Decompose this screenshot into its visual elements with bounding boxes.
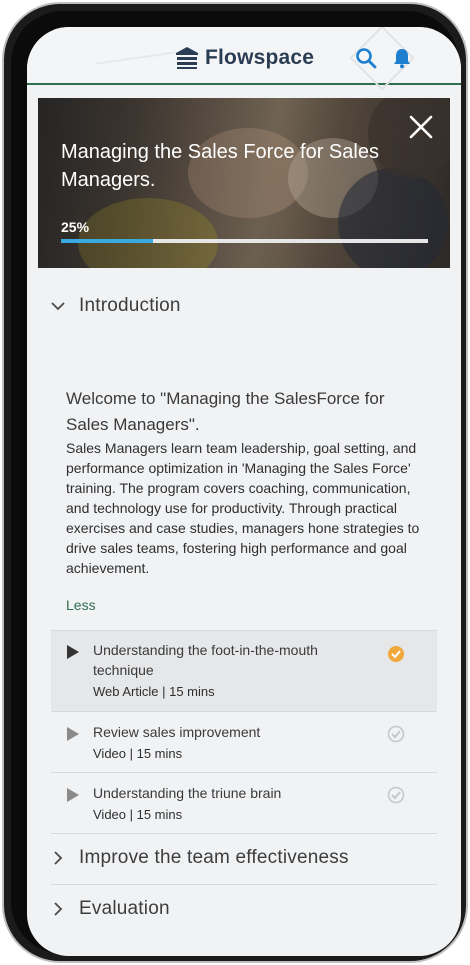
intro-title: Welcome to "Managing the SalesForce for … [66,389,385,434]
play-icon [67,645,79,659]
divider [51,884,437,885]
course-hero-banner: Managing the Sales Force for Sales Manag… [38,98,450,268]
lesson-meta: Video | 15 mins [93,807,183,822]
bell-icon[interactable] [391,47,413,69]
lesson-title: Understanding the foot-in-the-mouth tech… [93,642,318,678]
lesson-title: Review sales improvement [93,724,261,740]
lesson-meta: Video | 15 mins [93,746,183,761]
chevron-right-icon [54,902,63,916]
progress-bar [61,239,428,243]
progress-label: 25% [61,219,90,235]
brand[interactable]: Flowspace [175,44,314,72]
section-label: Introduction [79,295,181,316]
divider [51,833,437,834]
search-icon[interactable] [355,47,377,69]
section-evaluation[interactable]: Evaluation [51,894,170,924]
lesson-item[interactable]: Understanding the triune brain Video | 1… [51,772,437,833]
section-introduction[interactable]: Introduction [51,291,181,321]
brand-name: Flowspace [205,46,315,69]
less-link[interactable]: Less [66,597,96,613]
progress-bar-fill [61,239,153,243]
lesson-title: Understanding the triune brain [93,785,282,801]
lesson-item[interactable]: Understanding the foot-in-the-mouth tech… [51,630,437,711]
phone-frame: Flowspace Managing the Sales Force for S… [2,2,468,963]
phone-bezel: Flowspace Managing the Sales Force for S… [11,11,461,956]
intro-description: Sales Managers learn team leadership, go… [66,440,420,576]
app-screen: Flowspace Managing the Sales Force for S… [27,27,461,956]
section-label: Evaluation [79,898,170,919]
chevron-down-icon [51,302,65,311]
play-icon [67,727,79,741]
pending-check-icon [387,786,405,804]
pending-check-icon [387,725,405,743]
flowspace-logo-icon [176,47,198,69]
course-title: Managing the Sales Force for Sales Manag… [61,141,379,191]
completed-check-icon [388,646,404,662]
play-icon [67,788,79,802]
chevron-right-icon [54,851,63,865]
lesson-meta: Web Article | 15 mins [93,684,215,699]
lesson-item[interactable]: Review sales improvement Video | 15 mins [51,711,437,772]
top-bar: Flowspace [27,27,461,91]
section-improve-team[interactable]: Improve the team effectiveness [51,843,349,873]
header-decoration [95,51,179,87]
close-icon[interactable] [408,114,434,140]
section-label: Improve the team effectiveness [79,847,349,868]
